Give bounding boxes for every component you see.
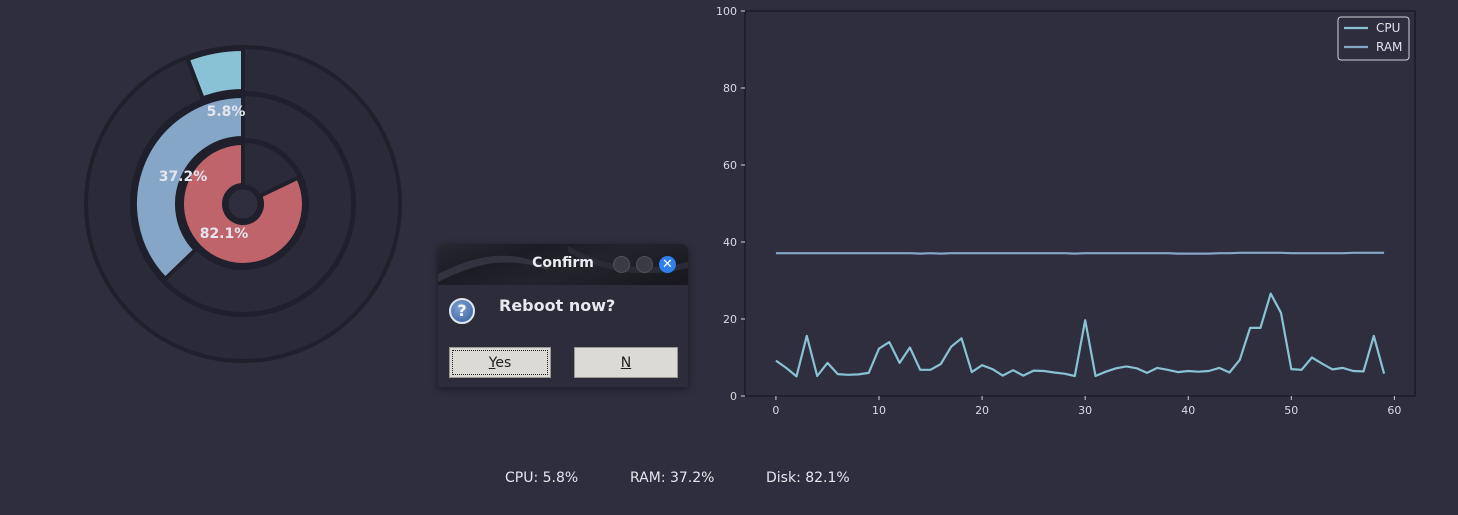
legend-label-ram: RAM	[1376, 40, 1402, 54]
x-tick-label: 60	[1387, 404, 1401, 417]
usage-line-chart: 0 20 40 60 80 100 0 10 20 30 40 50 60 CPU RAM	[716, 5, 1416, 417]
maximize-button[interactable]	[636, 256, 653, 273]
yes-button[interactable]: Yes	[449, 347, 551, 378]
status-disk: Disk: 82.1%	[766, 470, 850, 486]
y-tick-label: 80	[723, 82, 737, 95]
close-button[interactable]: ✕	[659, 256, 676, 273]
gauge-label-cpu: 5.8%	[207, 104, 246, 120]
y-tick-label: 60	[723, 159, 737, 172]
no-button[interactable]: N	[574, 347, 678, 378]
status-ram: RAM: 37.2%	[630, 470, 715, 486]
no-mnemonic: N	[620, 355, 632, 371]
x-tick-label: 0	[772, 404, 779, 417]
gauge-center-ring	[223, 184, 263, 224]
legend-label-cpu: CPU	[1376, 21, 1400, 35]
y-tick-label: 100	[716, 5, 737, 18]
y-tick-label: 40	[723, 236, 737, 249]
confirm-dialog: Confirm ✕ ? Reboot now? Yes N	[438, 244, 688, 387]
gauge-label-ram: 37.2%	[159, 169, 208, 185]
dialog-titlebar[interactable]: Confirm ✕	[438, 244, 688, 285]
yes-label-rest: es	[495, 355, 512, 371]
minimize-button[interactable]	[613, 256, 630, 273]
x-tick-label: 40	[1181, 404, 1195, 417]
x-tick-label: 50	[1284, 404, 1298, 417]
x-tick-label: 10	[872, 404, 886, 417]
gauge-label-disk: 82.1%	[200, 226, 249, 242]
chart-legend: CPU RAM	[1337, 16, 1410, 61]
usage-gauge: 5.8% 37.2% 82.1%	[84, 45, 402, 363]
x-tick-label: 30	[1078, 404, 1092, 417]
x-tick-label: 20	[975, 404, 989, 417]
status-cpu: CPU: 5.8%	[505, 470, 579, 486]
plot-area	[744, 10, 1416, 397]
question-icon: ?	[449, 298, 475, 324]
dialog-message: Reboot now?	[499, 296, 616, 315]
close-icon: ✕	[662, 257, 673, 272]
series-line-ram	[775, 251, 1385, 255]
y-tick-label: 0	[730, 390, 737, 403]
y-tick-label: 20	[723, 313, 737, 326]
